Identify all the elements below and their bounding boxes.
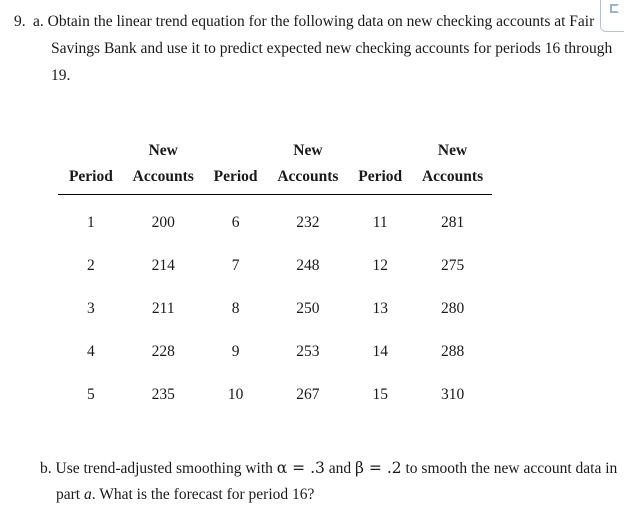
cell-accounts: 235 [151,385,175,403]
beta-value: β = .2 [355,459,402,477]
cell-accounts: 228 [151,342,175,360]
cell-accounts: 214 [151,256,175,274]
question-b-block: b. Use trend-adjusted smoothing with α =… [40,455,624,508]
cell-period: 8 [231,299,240,317]
cell-accounts: 232 [296,213,320,231]
cell-period: 15 [372,385,388,403]
table-row: 5 235 10 267 15 310 [58,373,492,416]
cell-accounts: 267 [296,385,320,403]
header-top-blank-3 [347,138,413,162]
header-accounts-3: Accounts [413,162,492,195]
table-head: New New New Period Accounts Period Accou… [58,138,492,195]
table-row: 1 200 6 232 11 281 [58,195,492,245]
new-accounts-table: New New New Period Accounts Period Accou… [58,138,492,416]
table-row: 3 211 8 250 13 280 [58,287,492,330]
cell-accounts: 288 [440,342,465,360]
question-b-conjunction: and [324,460,356,477]
question-number: 9. [14,13,26,30]
header-top-blank-2 [203,138,269,162]
cell-period: 13 [372,299,388,317]
table-row: 4 228 9 253 14 288 [58,330,492,373]
table-header-row-bottom: Period Accounts Period Accounts Period A… [58,162,492,195]
cell-accounts: 211 [151,299,175,317]
cell-accounts: 275 [440,256,465,274]
question-a-block: 9. a. Obtain the linear trend equation f… [0,8,612,89]
cell-period: 6 [231,213,240,231]
alpha-value: α = .3 [276,459,325,477]
cell-accounts: 248 [296,256,320,274]
question-b-part-ref: a [83,486,92,503]
cell-accounts: 200 [151,213,175,231]
question-b-prefix: b. Use trend-adjusted smoothing with [40,460,277,477]
header-accounts-2: Accounts [268,162,348,195]
table-header-row-top: New New New [58,138,492,162]
cell-period: 10 [227,385,244,403]
cell-accounts: 253 [296,342,320,360]
table-body: 1 200 6 232 11 281 2 214 7 248 12 275 3 … [58,195,492,417]
cell-period: 7 [231,256,240,274]
header-top-new-1: New [148,142,178,159]
header-period-3: Period [347,162,414,195]
cell-accounts: 280 [440,299,465,317]
cell-accounts: 250 [296,299,320,317]
header-period-1: Period [58,162,124,195]
question-b-suffix: . What is the forecast for period 16? [91,486,315,503]
table-row: 2 214 7 248 12 275 [58,244,492,287]
cell-period: 14 [372,342,388,360]
cell-accounts: 310 [440,385,465,403]
header-top-new-2: New [293,142,323,159]
cell-period: 9 [231,342,240,360]
header-period-2: Period [202,162,269,195]
header-top-new-3: New [437,142,468,159]
cell-period: 11 [372,213,388,231]
cell-period: 2 [87,256,95,274]
cell-period: 12 [372,256,388,274]
cell-period: 4 [87,342,95,360]
cell-accounts: 281 [440,213,465,231]
cell-period: 1 [87,213,95,231]
question-a-text: a. Obtain the linear trend equation for … [33,13,613,84]
cell-period: 3 [87,299,95,317]
header-accounts-1: Accounts [123,162,203,195]
header-top-blank-1 [58,138,124,162]
cell-period: 5 [87,385,95,403]
